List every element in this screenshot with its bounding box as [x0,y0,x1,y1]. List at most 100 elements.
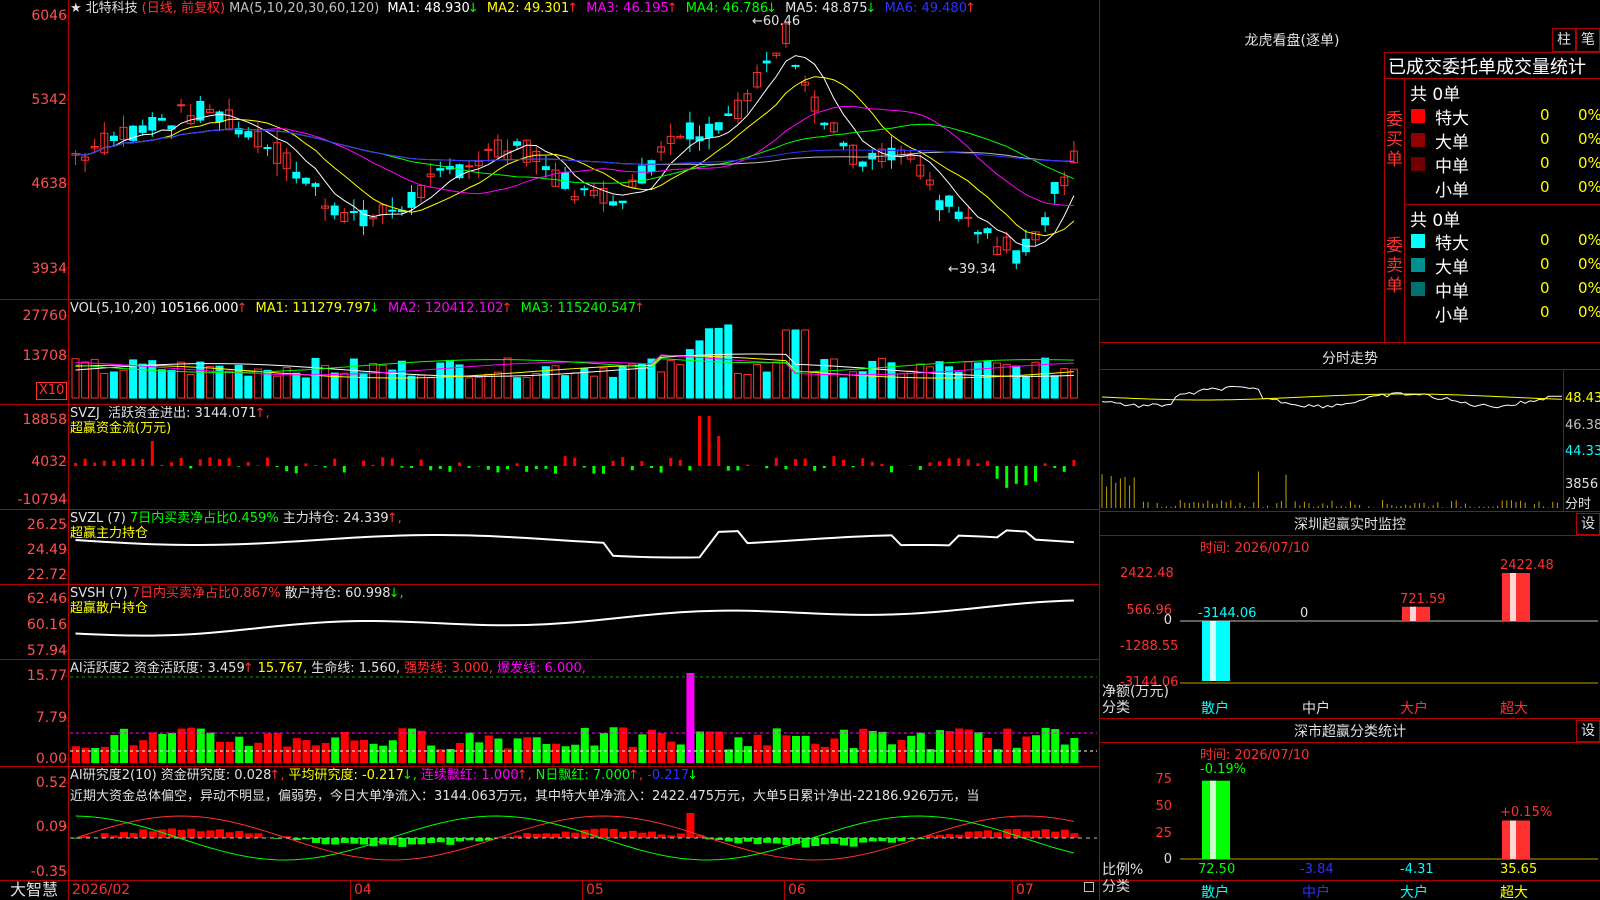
fund-flow-bar [400,466,404,468]
dragon-row-percent: 0% [1578,231,1600,249]
bar-view-button[interactable]: 柱 [1552,28,1576,52]
activity-bar [763,745,772,763]
fund-flow-bar [870,461,874,466]
sz-monitor-value: 0 [1300,606,1309,621]
volume-bar [906,370,915,399]
candlestick [388,209,397,212]
volume-bar [676,364,685,399]
favorite-star-icon[interactable]: ★ [70,1,82,16]
dragon-row-percent: 0% [1578,154,1600,172]
sz-stats-settings-button[interactable]: 设 [1576,720,1600,742]
app-logo[interactable]: 大智慧 [0,880,68,900]
volume-bar [561,375,570,399]
candlestick [945,195,954,207]
volume-bar [465,377,474,399]
sz-monitor-axis-label: -1288.55 [1120,639,1179,654]
svzj-subtitle: 超赢资金流(万元) [70,421,172,436]
fund-flow-bar [458,462,461,466]
volume-bar [964,361,973,399]
fund-flow-bar [602,466,605,474]
vol-ma3: MA3: 115240.547 [520,301,637,316]
vol-ma3-arrow: ↑ [634,301,645,316]
research-bar [542,833,551,838]
period-label[interactable]: (日线, 前复权) [142,1,225,16]
fund-flow-bar [83,458,87,466]
svzl-header: SVZL (7) 7日内买卖净占比0.459% 主力持仓: 24.339↑, [70,511,406,527]
tick-view-button[interactable]: 笔 [1576,28,1600,52]
activity-bar [772,728,781,763]
fund-flow-bar [611,460,615,466]
candlestick [580,188,589,191]
vol-ma2-arrow: ↑ [501,301,513,316]
activity-bar [120,728,128,763]
fund-flow-bar [774,457,778,466]
research-bar [532,833,541,838]
research-bar [100,833,109,838]
ai-active-v2: 15.767, [257,661,308,676]
fund-flow-bar [746,464,749,466]
sz-monitor-settings-button[interactable]: 设 [1576,513,1600,535]
sz-stats-time: 时间: 2026/07/10 [1200,748,1310,763]
sz-stats-change: -0.19% [1200,762,1246,777]
research-bar [868,838,877,842]
candlestick [436,168,445,171]
volume-bar [109,371,118,399]
svzl-title: SVZL (7) [70,511,126,526]
volume-bar [666,359,675,399]
candlestick [157,117,166,121]
fund-flow-bar [765,466,769,469]
fund-flow-bar [74,462,77,466]
volume-bar [753,364,762,399]
volume-bar [301,377,310,399]
lock-icon[interactable] [1084,882,1094,892]
research-bar [552,833,560,838]
research-bar [187,828,196,838]
volume-bar [714,327,723,399]
svzj-axis-label: 4032 [31,454,67,470]
fund-flow-bar [1062,466,1066,472]
research-bar [408,838,416,845]
ai-active-lifeline: 生命线: 1.560, [311,661,401,676]
volume-bar [810,371,819,399]
main-chart-canvas[interactable] [0,0,1100,900]
svsh-value: 散户持仓: 60.998 [284,586,391,601]
fund-flow-bar [1043,463,1047,466]
volume-bar [311,357,320,399]
high-price-mark: ←60.46 [752,14,801,29]
sz-stats-cat: 散户 [1201,885,1229,900]
candlestick [954,211,963,220]
research-bar [340,838,349,843]
sz-stats-cat: 中户 [1302,885,1330,900]
fund-flow-bar [630,466,634,471]
candlestick [724,113,733,117]
volume-bar [541,366,550,399]
fund-flow-bar [582,466,586,468]
fund-flow-bar [563,456,567,466]
activity-bar [148,732,157,763]
sz-monitor-bar [1202,621,1230,681]
activity-bar [734,737,743,763]
volume-bar [349,358,358,399]
sell-side-label: 委卖单 [1386,236,1403,296]
dragon-row-count: 0 [1540,255,1550,273]
research-bar [820,838,829,845]
sz-stats-title: 深市超赢分类统计 [1294,724,1406,740]
activity-bar [110,735,119,763]
activity-bar [302,740,311,763]
sz-stats-cat: 大户 [1400,885,1428,900]
fund-flow-bar [506,466,509,470]
fund-flow-bar [842,459,845,466]
sz-stats-change: +0.15% [1500,805,1553,820]
vol-unit-button[interactable]: X10 [36,382,68,400]
research-bar [772,838,781,844]
svzj-value: 活跃资金进出: 3144.071 [108,406,257,421]
volume-bar [1069,368,1078,399]
research-bar [331,838,340,845]
intraday-axis-label: 48.43 [1565,391,1600,406]
fund-flow-bar [390,458,394,466]
research-bar [427,838,436,844]
ai-active-header: AI活跃度2 资金活跃度: 3.459↑ 15.767, 生命线: 1.560, 强势线… [70,661,590,677]
fund-flow-bar [486,466,490,470]
dragon-row-count: 0 [1540,231,1550,249]
research-bar [244,833,253,838]
